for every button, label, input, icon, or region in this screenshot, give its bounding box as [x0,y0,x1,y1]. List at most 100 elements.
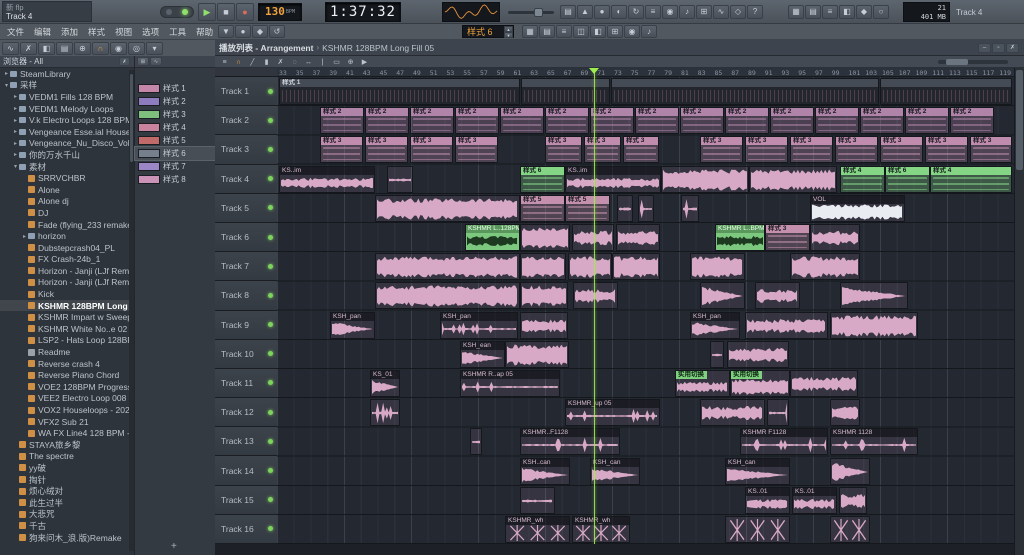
tempo-tap-icon[interactable]: ♪ [641,25,657,38]
pattern-clip[interactable]: 样式 2 [320,107,364,135]
audio-clip[interactable] [470,428,482,456]
browser-item[interactable]: 此生过半 [0,497,134,509]
menu-item-6[interactable]: 工具 [164,26,191,38]
audio-clip[interactable]: KS..im [279,165,375,193]
browser-item[interactable]: 狗来问木_浪.版)Remake [0,532,134,544]
pattern-clip[interactable]: 样式 3 [745,136,788,164]
playlist-icon[interactable]: ≡ [822,5,838,19]
slider-thumb[interactable] [534,8,543,17]
track-header[interactable]: Track 13 [215,427,277,457]
audio-clip[interactable]: KSH_ean [460,340,505,368]
piano-roll-icon[interactable]: ▤ [539,25,555,38]
menu-item-3[interactable]: 样式 [83,26,110,38]
mute-tool-icon[interactable]: ◌ [288,57,301,67]
audio-clip[interactable] [700,282,745,310]
step-edit-icon[interactable]: ≡ [645,5,661,19]
audio-clip[interactable]: KSHMR F1128 [740,428,828,456]
track-header[interactable]: Track 7 [215,252,277,282]
step-seq-icon[interactable]: ▦ [522,25,538,38]
mixer-icon[interactable]: ◫ [573,25,589,38]
wave-icon[interactable]: ∿ [713,5,729,19]
playlist-icon[interactable]: ≡ [556,25,572,38]
pattern-row[interactable]: 样式 2 [135,95,215,108]
audio-clip[interactable] [725,516,790,543]
browser-toggle-icon[interactable]: ◧ [590,25,606,38]
audio-clip[interactable] [830,457,870,485]
audio-clip[interactable] [520,224,570,251]
audio-clip[interactable] [616,224,660,251]
browser-item[interactable]: ▸ V.k Electro Loops 128 BPM [0,114,134,126]
browser-item[interactable]: KSHMR Impart w Sweep 05 [0,311,134,323]
browser-item[interactable]: Dubstepcrash04_PL [0,242,134,254]
track-header[interactable]: Track 2 [215,106,277,136]
audio-clip[interactable] [661,165,749,193]
audio-clip[interactable] [710,340,724,368]
track-mute-led[interactable] [268,351,273,357]
browser-item[interactable]: ▾ 采样 [0,80,134,92]
audio-clip[interactable]: KSHMR_wh [505,516,570,543]
pattern-clip[interactable]: 样式 6 [520,165,565,193]
tempo-display[interactable]: 130BPM [258,3,302,21]
play-button[interactable]: ▶ [198,3,216,21]
track-header[interactable]: Track 11 [215,368,277,399]
copy-icon[interactable]: ◧ [38,41,55,55]
track-header[interactable]: Track 1 [215,77,277,107]
browser-item[interactable]: ▸ Vengeance Esse.ial House vol.3 [0,126,134,138]
audio-clip[interactable] [810,224,860,251]
pattern-clip[interactable] [611,78,879,105]
audio-clip[interactable]: KSHMR..F1128 [520,428,620,456]
grid-icon[interactable]: ⊞ [696,5,712,19]
piano-roll-icon[interactable]: ▤ [805,5,821,19]
audio-clip[interactable] [572,224,614,251]
pencil-tool-icon[interactable]: ╱ [246,57,259,67]
browser-item[interactable]: KSHMR 128BPM Long Fill 05 [0,299,134,312]
playlist-scrollbar-thumb[interactable] [1016,70,1023,170]
audio-editor-icon[interactable]: ∿ [2,41,19,55]
track-mute-led[interactable] [268,263,273,269]
track-header[interactable]: Track 3 [215,135,277,165]
browser-item[interactable]: Fade (flying_233 remake) [0,219,134,231]
undo-icon[interactable]: ↺ [269,25,285,38]
audio-clip[interactable] [745,311,828,339]
audio-clip[interactable] [612,253,660,281]
track-mute-led[interactable] [268,176,273,182]
track-header[interactable]: Track 5 [215,193,277,223]
pattern-clip[interactable]: 样式 2 [725,107,769,135]
menu-item-2[interactable]: 添加 [56,26,83,38]
playlist-menu-icon[interactable]: ≡ [218,57,231,67]
audio-clip[interactable]: 实用切换 [730,370,790,397]
menu-item-0[interactable]: 文件 [2,26,29,38]
audio-clip[interactable] [700,399,765,427]
loop-record-icon[interactable]: ↻ [628,5,644,19]
pattern-clip[interactable]: 样式 2 [635,107,679,135]
target-icon[interactable]: ◎ [128,41,145,55]
audio-clip[interactable] [375,194,520,222]
audio-clip[interactable]: KS..01 [745,486,790,514]
track-mute-led[interactable] [268,322,273,328]
pattern-clip[interactable]: 样式 3 [925,136,968,164]
track-header[interactable]: Track 12 [215,398,277,428]
browser-item[interactable]: FX Crash-24b_1 [0,254,134,266]
pattern-clip[interactable]: 样式 3 [584,136,621,164]
audio-clip[interactable] [568,253,612,281]
track-mute-led[interactable] [268,146,273,152]
pattern-clip[interactable]: 样式 3 [790,136,833,164]
audio-clip[interactable] [681,194,699,222]
browser-item[interactable]: The spectre [0,451,134,463]
pattern-clip[interactable]: 样式 2 [590,107,634,135]
audio-clip[interactable] [840,282,908,310]
audio-clip[interactable] [505,340,569,368]
pattern-clip[interactable]: 样式 3 [320,136,363,164]
audio-clip[interactable]: 实用切换 [675,370,730,397]
audio-clip[interactable] [520,486,555,514]
menu-item-1[interactable]: 编辑 [29,26,56,38]
playlist-titlebar[interactable]: 播放列表 - Arrangement › KSHMR 128BPM Long F… [215,40,1024,56]
audio-clip[interactable]: KSHMR 1128 [830,428,918,456]
track-header[interactable]: Track 9 [215,310,277,340]
playhead-marker[interactable] [589,68,599,74]
pattern-clip[interactable]: 样式 4 [930,165,1012,193]
pattern-clip[interactable] [880,78,1012,105]
audio-clip[interactable] [520,253,566,281]
pattern-clip[interactable]: 样式 2 [545,107,589,135]
track-mute-led[interactable] [268,88,273,94]
